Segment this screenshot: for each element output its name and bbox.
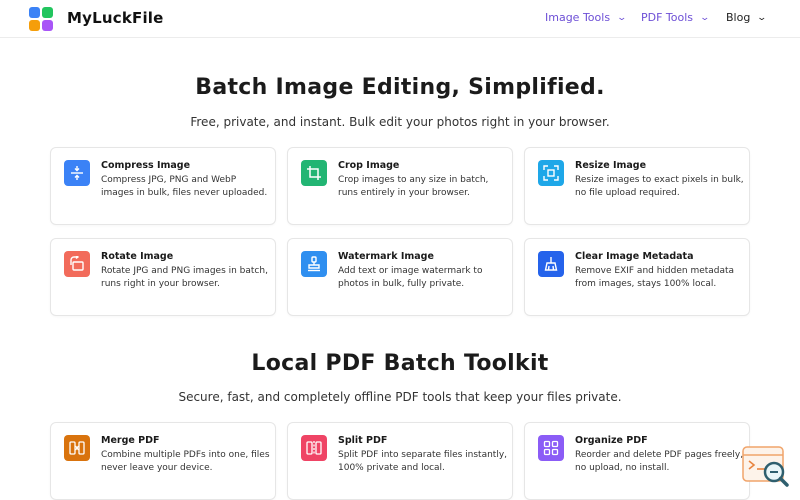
card-title: Merge PDF bbox=[101, 435, 160, 446]
card-title: Rotate Image bbox=[101, 251, 174, 262]
card-title: Crop Image bbox=[338, 160, 400, 171]
card-title: Split PDF bbox=[338, 435, 388, 446]
nav-blog-label: Blog bbox=[726, 11, 751, 24]
pdf-section-subtitle: Secure, fast, and completely offline PDF… bbox=[178, 390, 622, 404]
split-icon bbox=[301, 435, 327, 461]
nav-pdf-tools-label: PDF Tools bbox=[641, 11, 694, 24]
pdf-section-title: Local PDF Batch Toolkit bbox=[251, 351, 549, 376]
chevron-down-icon: ⌄ bbox=[756, 12, 768, 23]
card-description: Resize images to exact pixels in bulk, n… bbox=[575, 175, 744, 198]
card-resize-image[interactable]: Resize Image Resize images to exact pixe… bbox=[524, 147, 750, 225]
compress-icon bbox=[64, 160, 90, 186]
card-crop-image[interactable]: Crop Image Crop images to any size in ba… bbox=[287, 147, 513, 225]
card-merge-pdf[interactable]: Merge PDF Combine multiple PDFs into one… bbox=[50, 422, 276, 500]
merge-icon bbox=[64, 435, 90, 461]
card-title: Watermark Image bbox=[338, 251, 434, 262]
crop-icon bbox=[301, 160, 327, 186]
nav-pdf-tools[interactable]: PDF Tools ⌄ bbox=[641, 11, 711, 24]
nav-image-tools-label: Image Tools bbox=[545, 11, 611, 24]
stamp-icon bbox=[301, 251, 327, 277]
card-description: Remove EXIF and hidden metadata from ima… bbox=[575, 266, 735, 289]
card-clear-metadata[interactable]: Clear Image Metadata Remove EXIF and hid… bbox=[524, 238, 750, 316]
card-description: Combine multiple PDFs into one, files ne… bbox=[101, 450, 270, 473]
nav-blog[interactable]: Blog ⌄ bbox=[726, 11, 768, 24]
card-description: Reorder and delete PDF pages freely, no … bbox=[575, 450, 744, 473]
card-title: Organize PDF bbox=[575, 435, 648, 446]
floating-search-widget[interactable] bbox=[741, 445, 791, 489]
chevron-down-icon: ⌄ bbox=[699, 12, 711, 23]
card-title: Compress Image bbox=[101, 160, 191, 171]
rotate-icon bbox=[64, 251, 90, 277]
card-description: Split PDF into separate files instantly,… bbox=[338, 450, 508, 473]
card-description: Add text or image watermark to photos in… bbox=[338, 266, 483, 289]
top-navbar: MyLuckFile Image Tools ⌄ PDF Tools ⌄ Blo… bbox=[0, 0, 800, 38]
grid-icon bbox=[538, 435, 564, 461]
brand-name[interactable]: MyLuckFile bbox=[67, 9, 164, 27]
card-description: Crop images to any size in batch, runs e… bbox=[338, 175, 489, 198]
card-description: Rotate JPG and PNG images in batch, runs… bbox=[101, 266, 268, 289]
broom-icon bbox=[538, 251, 564, 277]
code-search-icon bbox=[742, 446, 789, 487]
card-watermark-image[interactable]: Watermark Image Add text or image waterm… bbox=[287, 238, 513, 316]
card-split-pdf[interactable]: Split PDF Split PDF into separate files … bbox=[287, 422, 513, 500]
card-title: Clear Image Metadata bbox=[575, 251, 694, 262]
image-section-title: Batch Image Editing, Simplified. bbox=[195, 75, 605, 100]
card-organize-pdf[interactable]: Organize PDF Reorder and delete PDF page… bbox=[524, 422, 750, 500]
card-rotate-image[interactable]: Rotate Image Rotate JPG and PNG images i… bbox=[50, 238, 276, 316]
image-section-subtitle: Free, private, and instant. Bulk edit yo… bbox=[190, 115, 610, 129]
card-title: Resize Image bbox=[575, 160, 647, 171]
logo-icon[interactable] bbox=[29, 7, 53, 31]
resize-icon bbox=[538, 160, 564, 186]
card-description: Compress JPG, PNG and WebP images in bul… bbox=[101, 175, 268, 198]
nav-image-tools[interactable]: Image Tools ⌄ bbox=[545, 11, 628, 24]
chevron-down-icon: ⌄ bbox=[616, 12, 628, 23]
card-compress-image[interactable]: Compress Image Compress JPG, PNG and Web… bbox=[50, 147, 276, 225]
